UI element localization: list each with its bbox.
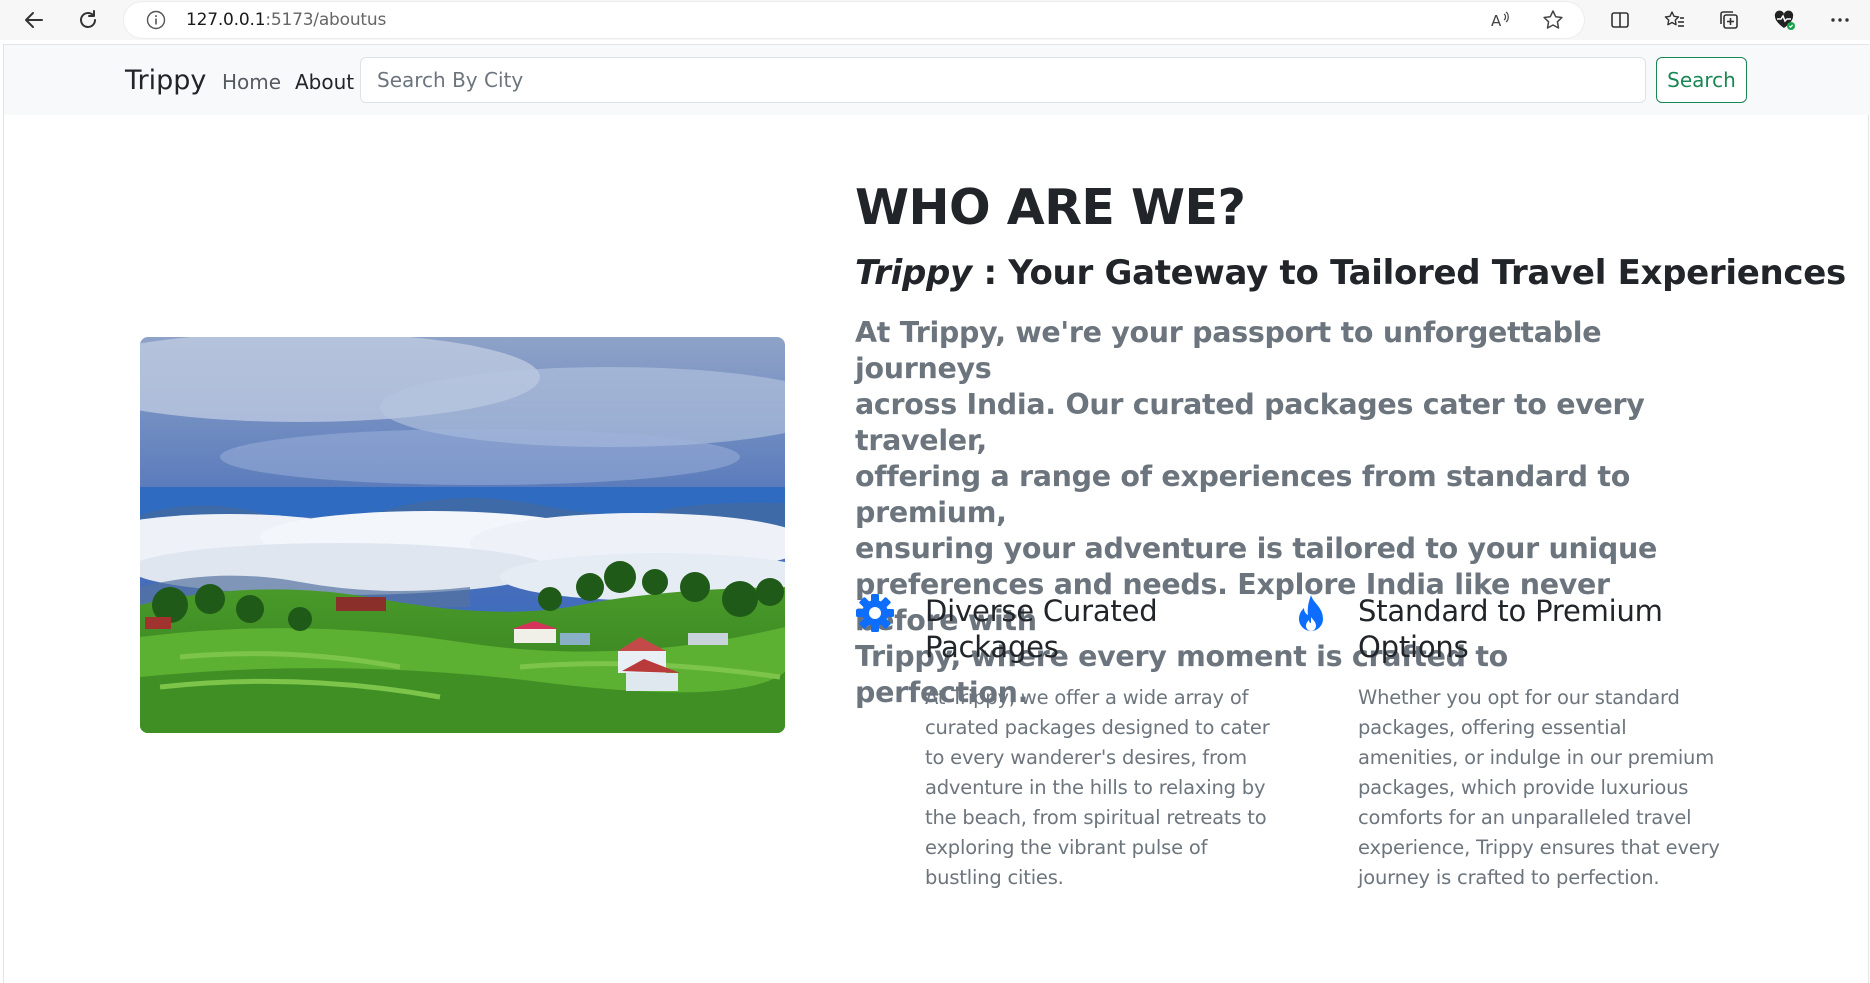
search-button[interactable]: Search [1656,57,1747,103]
site-info-icon[interactable] [146,10,166,35]
navbar: Trippy Home About Search [4,45,1870,115]
feature-body-line: the beach, from spiritual retreats to [925,806,1267,829]
tagline-brand: Trippy [855,253,972,293]
feature-title-line: Packages [925,630,1059,664]
navbar-brand[interactable]: Trippy [125,65,206,96]
back-icon[interactable] [20,6,48,34]
feature-body-line: to every wanderer's desires, from [925,746,1247,769]
feature-title-line: Options [1358,630,1469,664]
feature-body-line: packages, which provide luxurious [1358,776,1689,799]
intro-line: offering a range of experiences from sta… [855,460,1631,529]
feature-title-line: Diverse Curated [925,594,1158,628]
feature-body-options: Whether you opt for our standard package… [1358,683,1720,893]
favorite-star-icon[interactable] [1542,9,1564,36]
hero-landscape-image [140,337,785,733]
feature-body-line: experience, Trippy ensures that every [1358,836,1720,859]
favorites-icon[interactable] [1661,6,1689,34]
feature-title-options: Standard to Premium Options [1358,593,1663,665]
feature-body-line: At Trippy, we offer a wide array of [925,686,1249,709]
fire-icon [1293,593,1329,640]
search-input[interactable] [360,57,1646,103]
feature-body-line: bustling cities. [925,866,1064,889]
collections-icon[interactable] [1715,6,1743,34]
address-bar[interactable]: 127.0.0.1:5173/aboutus A [124,2,1584,38]
page-title: WHO ARE WE? [855,179,1246,236]
feature-body-line: adventure in the hills to relaxing by [925,776,1266,799]
feature-title-line: Standard to Premium [1358,594,1663,628]
reload-icon[interactable] [74,6,102,34]
feature-body-line: journey is crafted to perfection. [1358,866,1660,889]
feature-body-line: curated packages designed to cater [925,716,1270,739]
feature-title-curated: Diverse Curated Packages [925,593,1158,665]
feature-body-line: packages, offering essential [1358,716,1627,739]
url-text: 127.0.0.1:5173/aboutus [186,10,386,30]
feature-body-curated: At Trippy, we offer a wide array of cura… [925,683,1270,893]
feature-body-line: comforts for an unparalleled travel [1358,806,1692,829]
browser-essentials-icon[interactable] [1770,6,1798,34]
intro-line: ensuring your adventure is tailored to y… [855,532,1658,565]
svg-text:A: A [1491,12,1502,30]
url-host: 127.0.0.1 [186,10,266,30]
intro-line: across India. Our curated packages cater… [855,388,1645,457]
read-aloud-icon[interactable]: A [1490,10,1512,35]
more-options-icon[interactable] [1826,6,1854,34]
tagline: Trippy : Your Gateway to Tailored Travel… [855,253,1846,293]
feature-body-line: Whether you opt for our standard [1358,686,1680,709]
split-screen-icon[interactable] [1606,6,1634,34]
browser-toolbar: 127.0.0.1:5173/aboutus A [0,0,1870,40]
intro-line: At Trippy, we're your passport to unforg… [855,316,1602,385]
feature-body-line: amenities, or indulge in our premium [1358,746,1714,769]
url-path: :5173/aboutus [265,10,387,30]
page-viewport: Trippy Home About Search By City Search … [3,44,1870,983]
tagline-text: : Your Gateway to Tailored Travel Experi… [971,253,1846,293]
gear-icon [855,593,895,638]
nav-link-about[interactable]: About [295,70,354,94]
nav-link-home[interactable]: Home [222,70,281,94]
feature-body-line: exploring the vibrant pulse of [925,836,1208,859]
